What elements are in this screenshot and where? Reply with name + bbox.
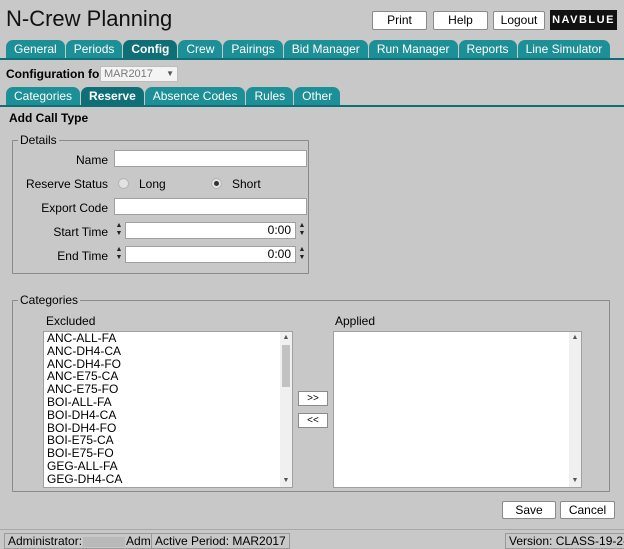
period-select-value: MAR2017: [104, 68, 153, 80]
spin-up-icon[interactable]: ▲: [298, 246, 306, 254]
scroll-down-icon[interactable]: ▼: [569, 476, 581, 486]
applied-listbox[interactable]: ▲ ▼: [333, 331, 582, 488]
period-select[interactable]: MAR2017 ▼: [100, 66, 178, 82]
scroll-up-icon[interactable]: ▲: [569, 333, 581, 343]
name-input[interactable]: [114, 150, 307, 167]
main-tab-underline: [0, 58, 624, 60]
logout-button[interactable]: Logout: [493, 11, 545, 30]
add-category-button[interactable]: >>: [298, 391, 328, 406]
remove-category-button[interactable]: <<: [298, 413, 328, 428]
excluded-list-item[interactable]: GEG-DH4-CA: [44, 472, 292, 486]
tab-periods[interactable]: Periods: [65, 40, 123, 59]
tab-other[interactable]: Other: [294, 87, 341, 106]
tab-pairings[interactable]: Pairings: [223, 40, 283, 59]
tab-reports[interactable]: Reports: [458, 40, 517, 59]
configuration-for-label: Configuration for: [6, 67, 104, 81]
short-radio[interactable]: [211, 178, 222, 189]
categories-legend: Categories: [20, 293, 79, 307]
version-status: Version: CLASS-19-2-1: [505, 533, 624, 549]
scroll-up-icon[interactable]: ▲: [280, 333, 292, 343]
start-time-label: Start Time: [53, 225, 108, 239]
name-label: Name: [75, 153, 108, 167]
sub-tab-underline: [0, 105, 624, 107]
administrator-prefix: Administrator:: [8, 534, 83, 548]
excluded-items: ANC-ALL-FA ANC-DH4-CA ANC-DH4-FO ANC-E75-CA…: [44, 332, 292, 486]
redacted-name: [83, 536, 126, 547]
export-code-label: Export Code: [41, 201, 108, 215]
spin-down-icon[interactable]: ▼: [298, 254, 306, 262]
scroll-down-icon[interactable]: ▼: [280, 476, 292, 486]
active-period-status: Active Period: MAR2017: [151, 533, 290, 549]
navblue-logo: NAVBLUE: [550, 10, 617, 30]
long-radio[interactable]: [118, 178, 129, 189]
main-tab-bar: General Periods Config Crew Pairings Bid…: [6, 39, 611, 59]
end-time-minute-spinner[interactable]: ▲ ▼: [298, 246, 306, 262]
end-time-hour-spinner[interactable]: ▲ ▼: [115, 246, 123, 262]
end-time-input[interactable]: 0:00: [125, 246, 296, 263]
tab-rules[interactable]: Rules: [246, 87, 294, 106]
spin-down-icon[interactable]: ▼: [115, 254, 123, 262]
details-legend: Details: [20, 133, 57, 147]
excluded-listbox[interactable]: ANC-ALL-FA ANC-DH4-CA ANC-DH4-FO ANC-E75-CA…: [43, 331, 293, 488]
spin-up-icon[interactable]: ▲: [115, 222, 123, 230]
section-title: Add Call Type: [9, 111, 89, 125]
applied-scrollbar[interactable]: ▲ ▼: [569, 332, 581, 487]
tab-categories[interactable]: Categories: [6, 87, 81, 106]
excluded-list-item[interactable]: ANC-ALL-FA: [44, 332, 292, 345]
short-radio-label: Short: [232, 177, 261, 191]
spin-down-icon[interactable]: ▼: [115, 230, 123, 238]
start-time-input[interactable]: 0:00: [125, 222, 296, 239]
export-code-input[interactable]: [114, 198, 307, 215]
sub-tab-bar: Categories Reserve Absence Codes Rules O…: [6, 86, 341, 106]
excluded-list-item[interactable]: BOI-ALL-FA: [44, 396, 292, 409]
end-time-label: End Time: [57, 249, 108, 263]
excluded-list-item[interactable]: ANC-DH4-CA: [44, 344, 292, 358]
start-time-minute-spinner[interactable]: ▲ ▼: [298, 222, 306, 238]
save-button[interactable]: Save: [502, 501, 556, 519]
excluded-scrollbar[interactable]: ▲ ▼: [280, 332, 292, 487]
help-button[interactable]: Help: [433, 11, 488, 30]
print-button[interactable]: Print: [372, 11, 427, 30]
tab-line-simulator[interactable]: Line Simulator: [517, 40, 611, 59]
cancel-button[interactable]: Cancel: [560, 501, 615, 519]
applied-label: Applied: [335, 314, 376, 328]
tab-crew[interactable]: Crew: [178, 40, 223, 59]
start-time-hour-spinner[interactable]: ▲ ▼: [115, 222, 123, 238]
scroll-thumb[interactable]: [282, 345, 290, 387]
spin-up-icon[interactable]: ▲: [298, 222, 306, 230]
excluded-label: Excluded: [46, 314, 96, 328]
spin-down-icon[interactable]: ▼: [298, 230, 306, 238]
excluded-list-item[interactable]: BOI-DH4-CA: [44, 408, 292, 422]
administrator-status: Administrator: Admin: [4, 533, 165, 549]
app-title: N-Crew Planning: [6, 6, 173, 31]
chevron-down-icon: ▼: [166, 69, 174, 78]
tab-reserve[interactable]: Reserve: [81, 87, 144, 106]
reserve-status-label: Reserve Status: [25, 177, 108, 191]
tab-bid-manager[interactable]: Bid Manager: [283, 40, 368, 59]
tab-run-manager[interactable]: Run Manager: [368, 40, 458, 59]
excluded-list-item[interactable]: GEG-ALL-FA: [44, 460, 292, 473]
long-radio-label: Long: [139, 177, 166, 191]
tab-general[interactable]: General: [6, 40, 65, 59]
tab-absence-codes[interactable]: Absence Codes: [144, 87, 246, 106]
spin-up-icon[interactable]: ▲: [115, 246, 123, 254]
status-bar: Administrator: Admin Active Period: MAR20…: [0, 529, 624, 549]
tab-config[interactable]: Config: [123, 40, 178, 59]
